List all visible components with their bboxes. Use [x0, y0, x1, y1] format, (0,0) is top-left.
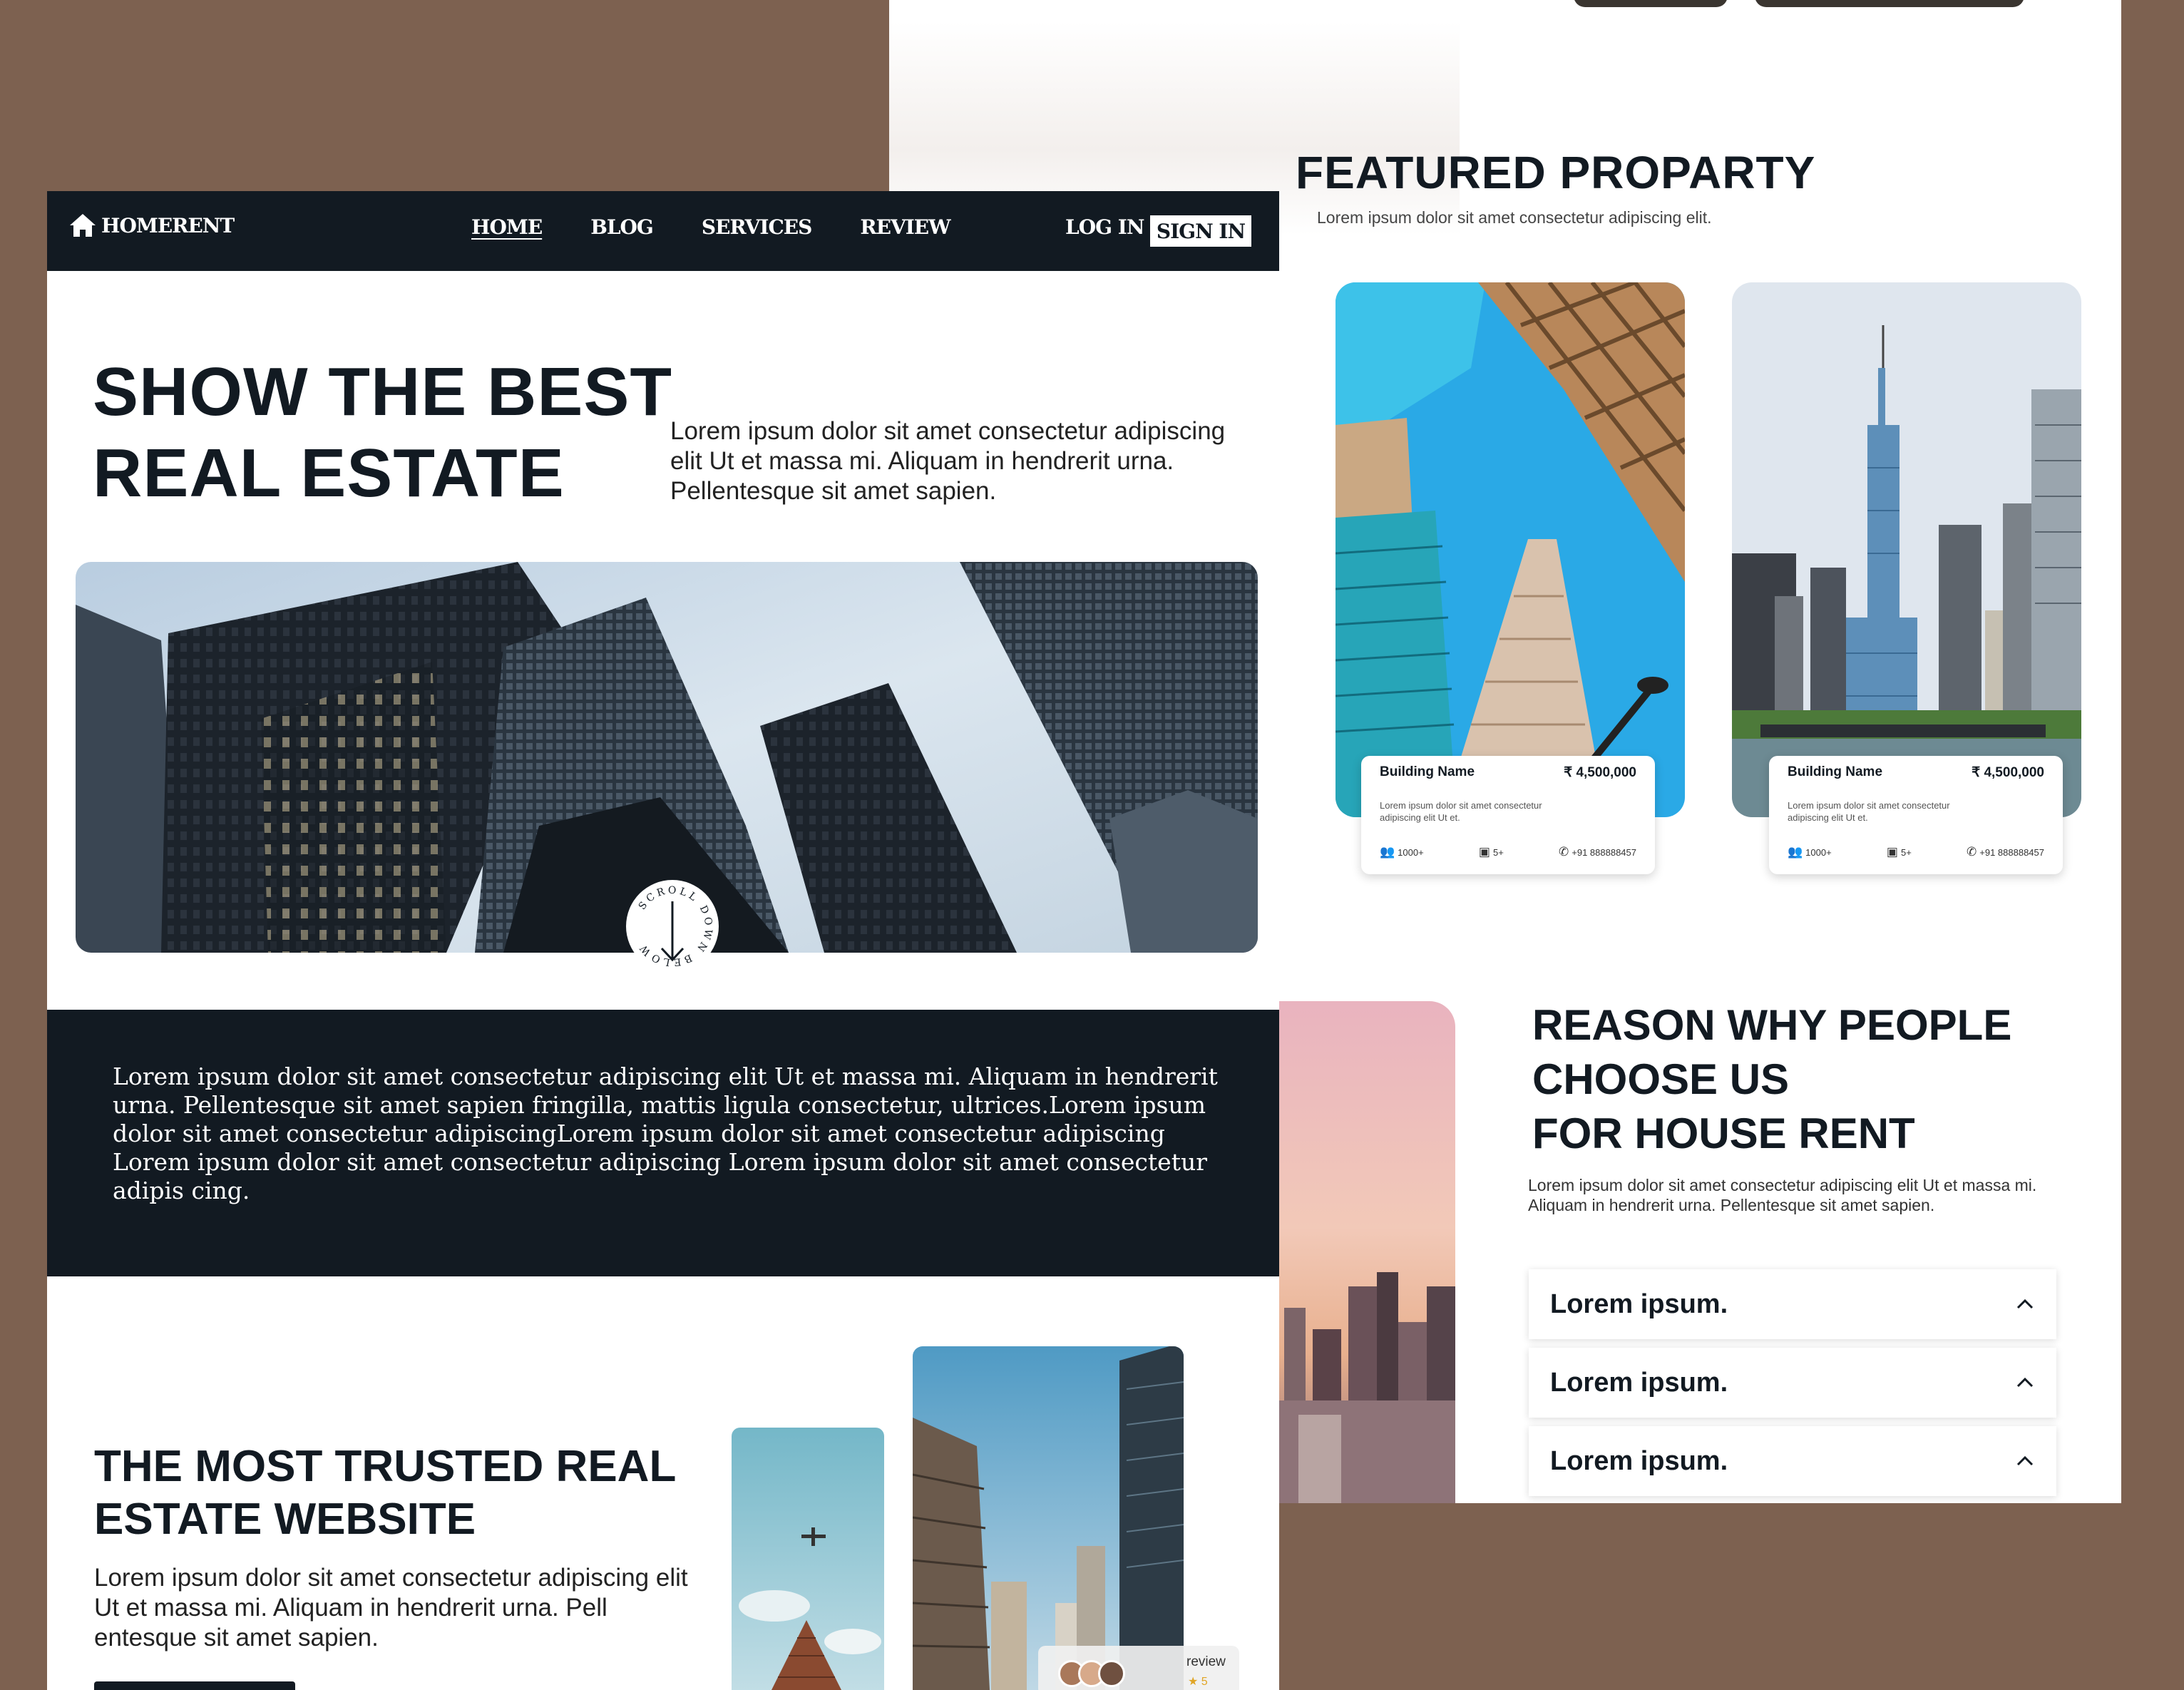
login-button[interactable]: LOG IN — [1065, 215, 1144, 239]
nav-services[interactable]: SERVICES — [702, 215, 813, 239]
signin-button[interactable]: SIGN IN — [1150, 215, 1251, 247]
intro-text: Lorem ipsum dolor sit amet consectetur a… — [113, 1062, 1218, 1204]
hero-title: SHOW THE BEST REAL ESTATE — [93, 354, 673, 511]
trusted-title: THE MOST TRUSTED REAL ESTATE WEBSITE — [94, 1442, 677, 1544]
nav-blog[interactable]: BLOG — [590, 215, 654, 239]
price: ₹ 4,500,000 — [1564, 765, 1636, 780]
phone-number[interactable]: ✆ +91 888888457 — [1967, 845, 2044, 859]
navbar: HOMERENT HOME BLOG SERVICES REVIEW LOG I… — [47, 191, 1279, 271]
nav-review[interactable]: REVIEW — [860, 215, 950, 239]
nav-links: HOME BLOG SERVICES REVIEW — [471, 215, 951, 239]
price: ₹ 4,500,000 — [1972, 765, 2044, 780]
reason-title: REASON WHY PEOPLE CHOOSE US FOR HOUSE RE… — [1532, 1001, 2012, 1157]
nav-home[interactable]: HOME — [471, 215, 543, 239]
chevron-up-icon — [2016, 1299, 2034, 1309]
building-name: Building Name — [1788, 764, 1883, 779]
front-page: HOMERENT HOME BLOG SERVICES REVIEW LOG I… — [47, 191, 1279, 1690]
accordion-label: Lorem ipsum. — [1550, 1367, 1728, 1398]
building-name: Building Name — [1380, 764, 1475, 779]
trusted-text: Lorem ipsum dolor sit amet consectetur a… — [94, 1564, 688, 1651]
message-icon: ▣ — [1478, 845, 1490, 859]
hero-subtitle: Lorem ipsum dolor sit amet consectetur a… — [670, 417, 1226, 505]
featured-subtitle: Lorem ipsum dolor sit amet consectetur a… — [1317, 208, 1712, 227]
trusted-image-1 — [732, 1428, 884, 1690]
accordion-item-2[interactable]: Lorem ipsum. — [1529, 1348, 2056, 1418]
featured-title: FEATURED PROPARTY — [1296, 147, 1816, 198]
phone-number[interactable]: ✆ +91 888888457 — [1559, 845, 1636, 859]
property-image-1[interactable] — [1335, 282, 1685, 817]
property-description: Lorem ipsum dolor sit amet consectetur a… — [1380, 800, 1542, 823]
avatar — [1098, 1660, 1125, 1687]
thumbnail-image — [1755, 0, 2024, 7]
scroll-down-button[interactable]: SCROLL DOWN BELOW — [626, 880, 719, 973]
review-stars: ★ 5 — [1188, 1676, 1208, 1688]
property-card-2[interactable]: Building Name ₹ 4,500,000 Lorem ipsum dol… — [1769, 756, 2063, 874]
property-description: Lorem ipsum dolor sit amet consectetur a… — [1788, 800, 1950, 823]
chevron-up-icon — [2016, 1377, 2034, 1388]
property-image-2[interactable] — [1732, 282, 2081, 817]
accordion-label: Lorem ipsum. — [1550, 1445, 1728, 1476]
phone-icon: ✆ — [1559, 845, 1569, 859]
message-icon: ▣ — [1886, 845, 1898, 859]
accordion-item-1[interactable]: Lorem ipsum. — [1529, 1269, 2056, 1339]
trusted-image-2 — [913, 1346, 1184, 1690]
intro-band: Lorem ipsum dolor sit amet consectetur a… — [47, 1010, 1279, 1276]
phone-icon: ✆ — [1967, 845, 1977, 859]
property-card-1[interactable]: Building Name ₹ 4,500,000 Lorem ipsum dol… — [1361, 756, 1655, 874]
accordion-item-3[interactable]: Lorem ipsum. — [1529, 1426, 2056, 1496]
chevron-up-icon — [2016, 1455, 2034, 1466]
people-count: 👥 1000+ — [1788, 845, 1832, 859]
review-label: review — [1186, 1654, 1226, 1669]
logo[interactable]: HOMERENT — [68, 212, 235, 238]
room-count: ▣ 5+ — [1886, 845, 1912, 859]
trusted-button[interactable] — [94, 1681, 295, 1690]
people-icon: 👥 — [1788, 845, 1803, 859]
thumbnail-image — [1574, 0, 1728, 7]
people-icon: 👥 — [1380, 845, 1395, 859]
accordion-label: Lorem ipsum. — [1550, 1289, 1728, 1319]
reason-subtitle: Lorem ipsum dolor sit amet consectetur a… — [1528, 1176, 2037, 1214]
room-count: ▣ 5+ — [1478, 845, 1504, 859]
people-count: 👥 1000+ — [1380, 845, 1424, 859]
home-icon — [70, 214, 96, 237]
review-chip[interactable]: review ★ 5 — [1038, 1646, 1239, 1690]
